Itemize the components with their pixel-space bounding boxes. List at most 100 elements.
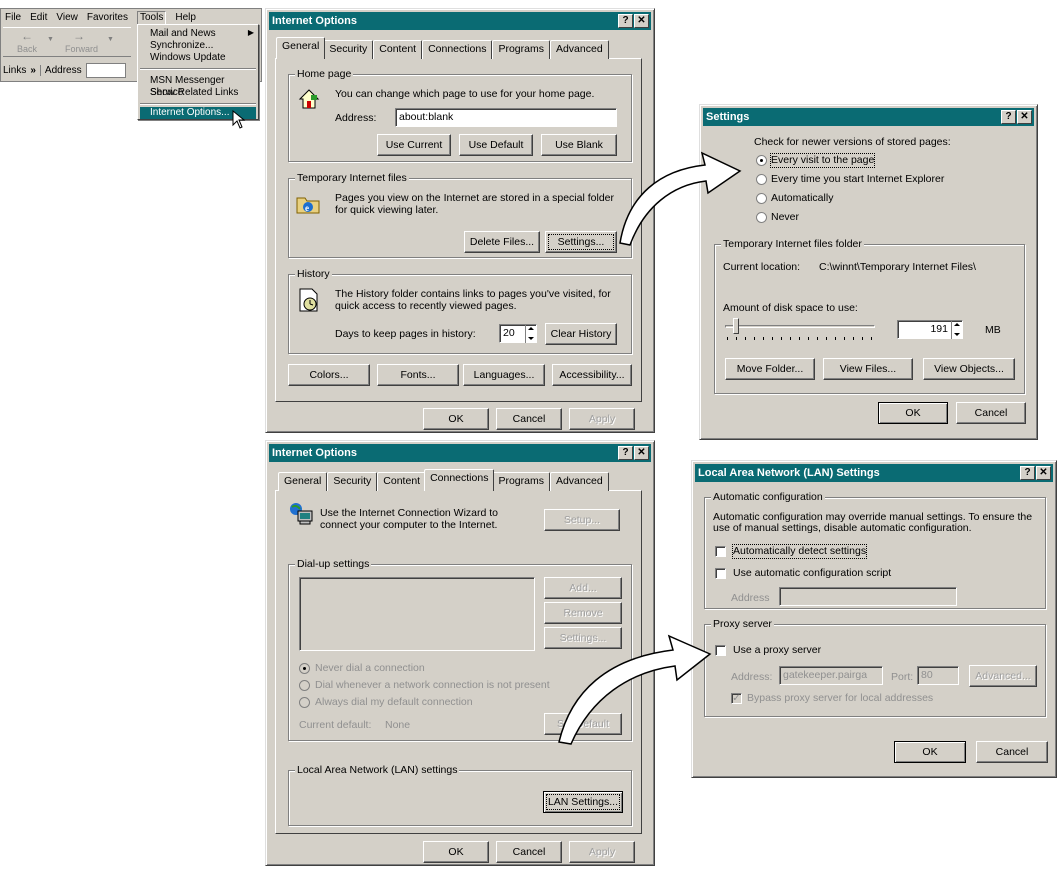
view-objects-button[interactable]: View Objects... [923,358,1015,380]
cancel-button[interactable]: Cancel [496,841,562,863]
languages-button[interactable]: Languages... [463,364,545,386]
menu-item-show-related-links[interactable]: Show Related Links [150,87,238,99]
auto-config-group: Automatic configuration Automatic config… [704,491,1046,609]
auto-config-description-2: use of manual settings, disable automati… [713,522,972,534]
port-label: Port: [891,671,914,683]
ok-button[interactable]: OK [878,402,948,424]
tab-programs[interactable]: Programs [492,40,550,59]
ok-button[interactable]: OK [423,408,489,430]
radio-always-dial[interactable] [299,697,310,708]
group-label: Local Area Network (LAN) settings [295,764,460,776]
ok-button[interactable]: OK [423,841,489,863]
tab-security[interactable]: Security [323,40,374,59]
dialog-title: Internet Options [272,15,357,27]
close-button[interactable]: ✕ [1017,110,1032,124]
temp-files-description-2: for quick viewing later. [335,204,439,216]
clear-history-button[interactable]: Clear History [545,323,617,345]
tab-connections[interactable]: Connections [422,40,493,59]
tab-programs[interactable]: Programs [492,472,550,491]
radio-every-visit[interactable] [756,155,767,166]
proxy-address-input[interactable]: gatekeeper.pairga [779,666,883,685]
forward-label: Forward [65,44,99,54]
tab-connections[interactable]: Connections [424,469,495,491]
connection-wizard-icon [290,503,313,525]
tab-advanced[interactable]: Advanced [549,472,609,491]
close-button[interactable]: ✕ [634,446,649,460]
auto-detect-checkbox[interactable] [715,546,726,557]
links-chevron[interactable]: » [30,65,36,76]
use-default-button[interactable]: Use Default [459,134,533,156]
proxy-group: Proxy server Use a proxy server Address:… [704,618,1046,717]
radio-dial-whenever[interactable] [299,680,310,691]
script-address-input[interactable] [779,587,957,606]
radio-never[interactable] [756,212,767,223]
title-bar: Internet Options ? ✕ [269,444,651,462]
script-address-label: Address [731,592,770,604]
radio-automatically[interactable] [756,193,767,204]
apply-button[interactable]: Apply [569,841,635,863]
address-label: Address [39,64,82,76]
auto-script-checkbox[interactable] [715,568,726,579]
tab-advanced[interactable]: Advanced [549,40,609,59]
advanced-button[interactable]: Advanced... [969,665,1037,687]
tab-content[interactable]: Content [377,472,427,491]
wizard-description-2: connect your computer to the Internet. [320,519,498,531]
disk-space-slider-track[interactable] [725,325,875,328]
colors-button[interactable]: Colors... [288,364,370,386]
tab-content[interactable]: Content [373,40,423,59]
cancel-button[interactable]: Cancel [976,741,1048,763]
setup-button[interactable]: Setup... [544,509,620,531]
menu-item-windows-update[interactable]: Windows Update [150,52,226,64]
lan-settings-button[interactable]: LAN Settings... [543,791,623,813]
title-bar: Settings ? ✕ [703,108,1034,126]
temp-folder-group: Temporary Internet files folder Current … [714,238,1025,394]
move-folder-button[interactable]: Move Folder... [725,358,815,380]
home-address-input[interactable]: about:blank [395,108,617,127]
radio-every-start[interactable] [756,174,767,185]
menu-item-synchronize[interactable]: Synchronize... [150,40,213,52]
radio-never-dial[interactable] [299,663,310,674]
bypass-checkbox[interactable]: ✓ [731,693,742,704]
links-label[interactable]: Links [3,65,26,76]
forward-dropdown-icon[interactable]: ▼ [107,36,114,43]
view-files-button[interactable]: View Files... [823,358,913,380]
menu-edit[interactable]: Edit [30,12,47,26]
apply-button[interactable]: Apply [569,408,635,430]
menu-file[interactable]: File [5,12,21,26]
delete-files-button[interactable]: Delete Files... [464,231,540,253]
radio-automatically-label: Automatically [771,192,834,204]
tab-general[interactable]: General [276,37,326,59]
cancel-button[interactable]: Cancel [496,408,562,430]
address-input[interactable] [85,62,126,78]
help-button[interactable]: ? [618,14,633,28]
disk-space-spinner[interactable] [951,320,962,339]
cancel-button[interactable]: Cancel [956,402,1026,424]
dialog-title: Internet Options [272,447,357,459]
tab-strip: General Security Content Connections Pro… [276,37,609,59]
help-button[interactable]: ? [1020,466,1035,480]
tab-security[interactable]: Security [327,472,378,491]
back-arrow-icon[interactable]: ← [21,29,33,43]
accessibility-button[interactable]: Accessibility... [552,364,632,386]
close-button[interactable]: ✕ [634,14,649,28]
disk-space-slider-thumb[interactable] [733,318,739,334]
help-button[interactable]: ? [1001,110,1016,124]
close-button[interactable]: ✕ [1036,466,1051,480]
add-button[interactable]: Add... [544,577,622,599]
dialup-list[interactable] [299,577,535,651]
use-proxy-checkbox[interactable] [715,645,726,656]
ok-button[interactable]: OK [894,741,966,763]
help-button[interactable]: ? [618,446,633,460]
menu-item-mail-news[interactable]: Mail and News [150,28,216,40]
back-dropdown-icon[interactable]: ▼ [47,36,54,43]
use-current-button[interactable]: Use Current [377,134,451,156]
forward-arrow-icon[interactable]: → [73,29,85,43]
menu-view[interactable]: View [56,12,78,26]
radio-every-visit-label: Every visit to the page [769,153,876,168]
tab-general[interactable]: General [278,472,328,491]
radio-every-start-label: Every time you start Internet Explorer [771,173,945,185]
days-spinner[interactable] [525,324,536,343]
fonts-button[interactable]: Fonts... [377,364,459,386]
menu-favorites[interactable]: Favorites [87,12,128,26]
port-input[interactable]: 80 [917,666,959,685]
